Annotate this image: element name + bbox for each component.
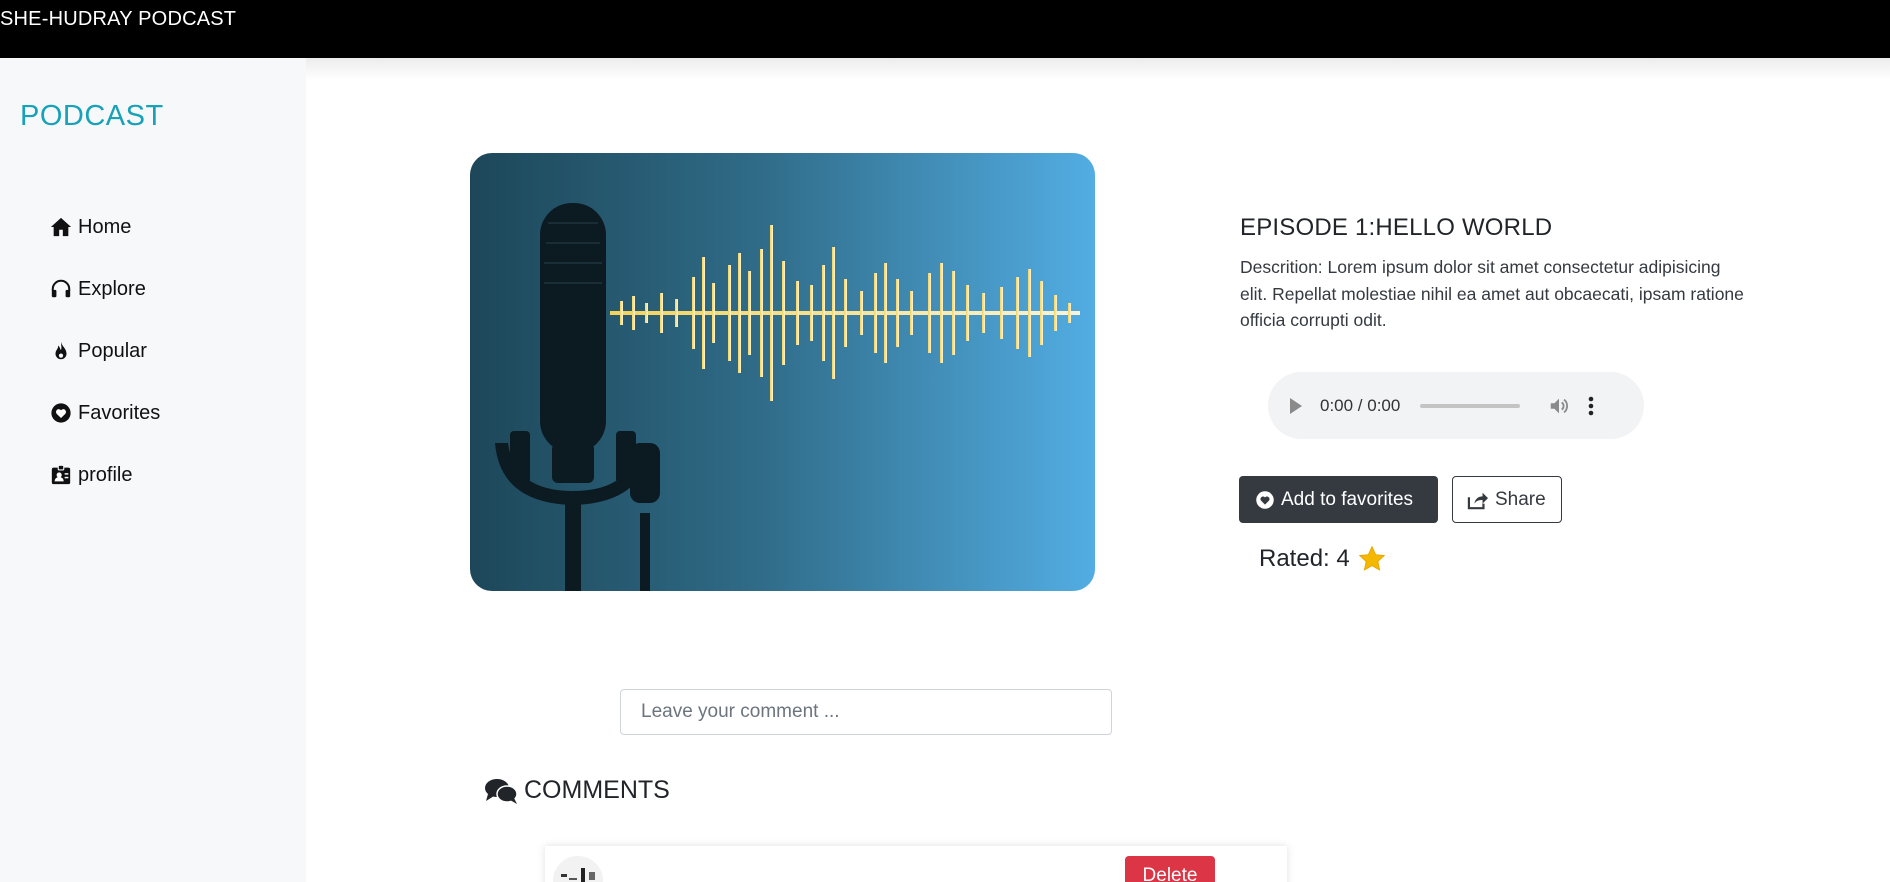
house-icon [50,217,72,237]
sidebar-item-label: Favorites [78,401,161,424]
add-to-favorites-button[interactable]: Add to favorites [1239,476,1438,523]
favorites-button-label: Add to favorites [1281,488,1414,510]
sidebar: PODCAST Home Explore Popular Favorites p… [0,58,306,882]
episode-cover-image [470,153,1095,591]
sidebar-nav: Home Explore Popular Favorites profile [50,196,160,506]
sidebar-item-explore[interactable]: Explore [50,258,160,320]
comments-heading-label: COMMENTS [524,776,670,804]
play-icon[interactable] [1290,397,1302,414]
heart-circle-icon [51,403,71,423]
player-time: 0:00 / 0:00 [1320,395,1401,415]
avatar [553,856,603,882]
comments-icon [485,778,518,804]
sidebar-item-profile[interactable]: profile [50,444,160,506]
brand-title[interactable]: SHE-HUDRAY PODCAST [0,8,236,31]
sidebar-item-label: Popular [78,339,147,362]
sidebar-item-home[interactable]: Home [50,196,160,258]
volume-icon[interactable] [1548,395,1570,417]
audio-player: 0:00 / 0:00 [1268,372,1644,439]
sidebar-item-label: profile [78,463,133,486]
share-icon [1467,492,1488,509]
rating-label: Rated: 4 [1259,545,1350,572]
sidebar-item-label: Home [78,215,132,238]
star-icon [1358,545,1386,571]
heart-circle-icon [1256,490,1274,509]
sidebar-logo[interactable]: PODCAST [20,100,164,133]
rating: Rated: 4 [1259,545,1386,573]
sidebar-item-favorites[interactable]: Favorites [50,382,160,444]
episode-title: EPISODE 1:HELLO WORLD [1240,214,1553,241]
share-button-label: Share [1495,488,1546,510]
top-navbar: SHE-HUDRAY PODCAST [0,0,1890,58]
comment-card: Delete [545,846,1287,882]
sidebar-item-label: Explore [78,277,146,300]
headphones-icon [51,279,71,298]
more-options-icon[interactable] [1588,395,1594,417]
sidebar-item-popular[interactable]: Popular [50,320,160,382]
microphone-waveform-image [470,153,1095,591]
share-button[interactable]: Share [1452,476,1562,523]
fire-icon [55,341,67,360]
player-progress-track[interactable] [1420,403,1521,408]
comment-input[interactable] [620,689,1112,735]
episode-description: Descrition: Lorem ipsum dolor sit amet c… [1240,257,1744,330]
header-shadow [306,58,1890,80]
delete-comment-button[interactable]: Delete [1125,856,1215,882]
comments-heading: COMMENTS [484,776,670,805]
person-badge-icon [51,464,71,485]
